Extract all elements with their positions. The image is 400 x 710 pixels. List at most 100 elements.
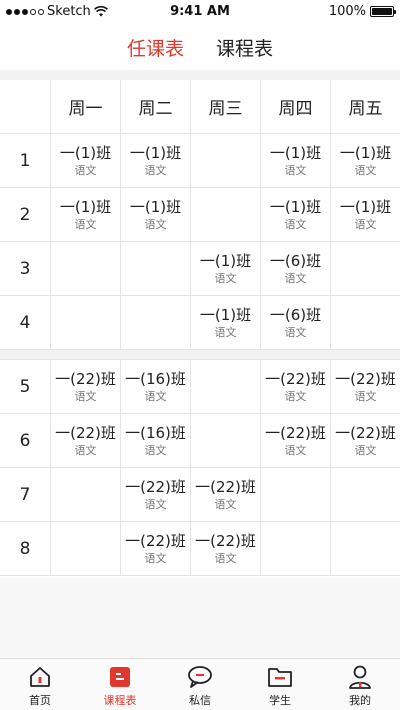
table-row: 6 一(22)班 语文 一(16)班 语文 一(22)班 语文 一(22)班 语文 xyxy=(0,414,400,468)
empty-cell xyxy=(50,296,120,349)
class-cell[interactable]: 一(6)班 语文 xyxy=(260,242,330,295)
class-cell[interactable]: 一(6)班 语文 xyxy=(260,296,330,349)
class-name: 一(16)班 xyxy=(125,423,186,442)
class-cell[interactable]: 一(1)班 语文 xyxy=(190,242,260,295)
schedule-icon xyxy=(107,664,133,690)
subject-name: 语文 xyxy=(144,217,167,231)
table-row: 1 一(1)班 语文 一(1)班 语文 一(1)班 语文 一(1)班 语文 xyxy=(0,134,400,188)
nav-label: 首页 xyxy=(29,694,51,707)
table-header-row: 周一 周二 周三 周四 周五 xyxy=(0,80,400,134)
nav-label: 我的 xyxy=(349,694,371,707)
class-cell[interactable]: 一(22)班 语文 xyxy=(330,414,400,467)
class-name: 一(6)班 xyxy=(269,251,322,270)
subject-name: 语文 xyxy=(354,163,377,177)
bottom-nav: 首页 课程表 私信 学生 我的 xyxy=(0,658,400,710)
empty-cell xyxy=(120,296,190,349)
empty-cell xyxy=(190,188,260,241)
nav-item-3[interactable]: 学生 xyxy=(240,659,320,710)
class-cell[interactable]: 一(1)班 语文 xyxy=(330,134,400,187)
subject-name: 语文 xyxy=(284,163,307,177)
class-cell[interactable]: 一(22)班 语文 xyxy=(120,522,190,575)
table-row: 5 一(22)班 语文 一(16)班 语文 一(22)班 语文 一(22)班 语文 xyxy=(0,360,400,414)
class-name: 一(22)班 xyxy=(125,477,186,496)
class-cell[interactable]: 一(16)班 语文 xyxy=(120,414,190,467)
subject-name: 语文 xyxy=(284,389,307,403)
empty-cell xyxy=(120,242,190,295)
status-bar: Sketch 9:41 AM 100% xyxy=(0,0,400,24)
nav-item-4[interactable]: 我的 xyxy=(320,659,400,710)
class-name: 一(22)班 xyxy=(195,477,256,496)
timetable: 周一 周二 周三 周四 周五 1 一(1)班 语文 一(1)班 语文 一(1)班 语文 一(1)班 语文 2… xyxy=(0,80,400,576)
period-number: 1 xyxy=(19,150,31,171)
class-cell[interactable]: 一(22)班 语文 xyxy=(50,414,120,467)
class-name: 一(1)班 xyxy=(269,143,322,162)
tab-0[interactable]: 任课表 xyxy=(127,30,184,68)
subject-name: 语文 xyxy=(144,443,167,457)
class-name: 一(16)班 xyxy=(125,369,186,388)
message-icon xyxy=(187,664,213,690)
empty-cell xyxy=(260,522,330,575)
table-row: 8 一(22)班 语文 一(22)班 语文 xyxy=(0,522,400,576)
class-name: 一(1)班 xyxy=(59,143,112,162)
subject-name: 语文 xyxy=(284,443,307,457)
empty-cell xyxy=(330,296,400,349)
class-cell[interactable]: 一(1)班 语文 xyxy=(260,134,330,187)
class-cell[interactable]: 一(22)班 语文 xyxy=(260,414,330,467)
subject-name: 语文 xyxy=(354,443,377,457)
corner-cell xyxy=(0,80,50,133)
empty-area xyxy=(0,578,400,658)
status-right: 100% xyxy=(329,4,396,19)
class-cell[interactable]: 一(22)班 语文 xyxy=(190,522,260,575)
nav-label: 私信 xyxy=(189,694,211,707)
subject-name: 语文 xyxy=(214,551,237,565)
subject-name: 语文 xyxy=(144,497,167,511)
class-cell[interactable]: 一(22)班 语文 xyxy=(330,360,400,413)
table-row: 7 一(22)班 语文 一(22)班 语文 xyxy=(0,468,400,522)
day-header: 周四 xyxy=(260,80,330,133)
nav-label: 课程表 xyxy=(103,694,137,707)
class-name: 一(1)班 xyxy=(129,143,182,162)
tab-1[interactable]: 课程表 xyxy=(216,30,273,68)
subject-name: 语文 xyxy=(354,389,377,403)
subject-name: 语文 xyxy=(74,443,97,457)
class-cell[interactable]: 一(22)班 语文 xyxy=(50,360,120,413)
subject-name: 语文 xyxy=(214,271,237,285)
class-cell[interactable]: 一(1)班 语文 xyxy=(50,134,120,187)
day-header: 周五 xyxy=(330,80,400,133)
class-name: 一(22)班 xyxy=(195,531,256,550)
class-name: 一(22)班 xyxy=(335,423,396,442)
nav-item-2[interactable]: 私信 xyxy=(160,659,240,710)
folder-icon xyxy=(267,664,293,690)
class-name: 一(22)班 xyxy=(265,423,326,442)
segmented-tabs: 任课表 课程表 xyxy=(0,30,400,68)
class-cell[interactable]: 一(1)班 语文 xyxy=(120,188,190,241)
subject-name: 语文 xyxy=(74,389,97,403)
class-cell[interactable]: 一(22)班 语文 xyxy=(120,468,190,521)
class-name: 一(22)班 xyxy=(125,531,186,550)
profile-icon xyxy=(347,664,373,690)
class-cell[interactable]: 一(1)班 语文 xyxy=(330,188,400,241)
class-cell[interactable]: 一(1)班 语文 xyxy=(190,296,260,349)
class-cell[interactable]: 一(1)班 语文 xyxy=(50,188,120,241)
lunch-break-divider xyxy=(0,350,400,360)
empty-cell xyxy=(330,522,400,575)
day-header: 周三 xyxy=(190,80,260,133)
class-cell[interactable]: 一(1)班 语文 xyxy=(120,134,190,187)
class-name: 一(6)班 xyxy=(269,305,322,324)
nav-item-0[interactable]: 首页 xyxy=(0,659,80,710)
class-cell[interactable]: 一(22)班 语文 xyxy=(190,468,260,521)
subject-name: 语文 xyxy=(354,217,377,231)
subject-name: 语文 xyxy=(74,217,97,231)
class-cell[interactable]: 一(1)班 语文 xyxy=(260,188,330,241)
nav-item-1[interactable]: 课程表 xyxy=(80,659,160,710)
empty-cell xyxy=(190,414,260,467)
empty-cell xyxy=(330,468,400,521)
class-name: 一(22)班 xyxy=(55,423,116,442)
subject-name: 语文 xyxy=(74,163,97,177)
class-cell[interactable]: 一(16)班 语文 xyxy=(120,360,190,413)
day-header: 周二 xyxy=(120,80,190,133)
section-divider xyxy=(0,70,400,80)
class-cell[interactable]: 一(22)班 语文 xyxy=(260,360,330,413)
empty-cell xyxy=(50,468,120,521)
empty-cell xyxy=(190,360,260,413)
